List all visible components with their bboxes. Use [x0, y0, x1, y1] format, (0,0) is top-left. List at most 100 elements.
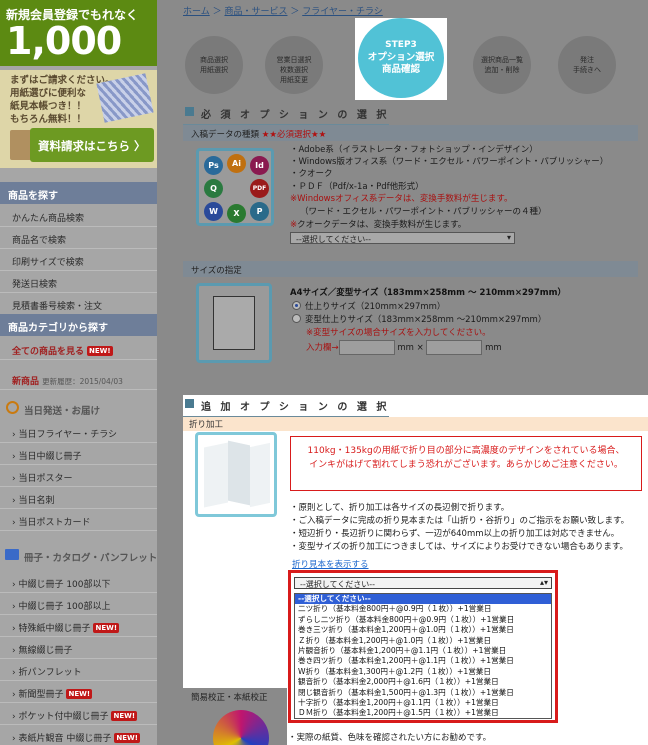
warning-line-2: インキがはげて割れてしまう恐れがございます。あらかじめご注意ください。: [309, 460, 623, 470]
required-options-title: 必 須 オ プ シ ョ ン の 選 択: [183, 106, 390, 126]
step-3-number: STEP3: [385, 40, 417, 50]
sidebar-item-sameday-flyer[interactable]: › 当日フライヤー・チラシ: [0, 421, 157, 443]
sidebar-item-booklet-6[interactable]: › 新聞型冊子 NEW!: [0, 681, 157, 703]
fold-option[interactable]: 巻き四ツ折り（基本料金1,200円＋@1.1円（１枚））+1営業日: [295, 656, 551, 666]
step-5: 発注 手続きへ: [558, 36, 616, 94]
fold-select-value: --選択してください--: [300, 580, 376, 589]
breadcrumb-products[interactable]: 商品・サービス: [224, 7, 287, 17]
data-type-bar: 入稿データの種類 ★★必須選択★★: [183, 125, 638, 141]
radio-standard[interactable]: [292, 301, 301, 310]
required-title-text: 必 須 オ プ シ ョ ン の 選 択: [201, 110, 390, 121]
sidebar-item-size-search[interactable]: 印刷サイズで検索: [0, 249, 157, 271]
fold-warning: 110kg・135kgの用紙で折り目の部分に高濃度のデザインをされている場合、 …: [290, 436, 642, 491]
fold-bar: 折り加工: [183, 417, 648, 431]
photoshop-icon: Ps: [204, 156, 223, 175]
custom-size-inputs: 入力欄→ mm × mm: [306, 340, 502, 355]
height-input[interactable]: [426, 340, 483, 355]
sidebar-item-easy-search[interactable]: かんたん商品検索: [0, 205, 157, 227]
size-title: A4サイズ／変型サイズ（183mm×258mm 〜 210mm×297mm）: [290, 288, 566, 298]
book-icon: [5, 549, 19, 560]
breadcrumb: ホーム ＞ 商品・サービス ＞ フライヤー・チラシ: [183, 7, 383, 17]
fold-option[interactable]: ＤＭ折り（基本料金1,200円＋@1.5円（１枚））+1営業日: [295, 708, 551, 718]
fold-option[interactable]: 閉じ観音折り（基本料金1,500円＋@1.3円（１枚））+1営業日: [295, 688, 551, 698]
sameday-heading: 当日発送・お届け: [0, 396, 157, 420]
sidebar-item-sameday-booklet[interactable]: › 当日中綴じ冊子: [0, 443, 157, 465]
size-option-standard-label: 仕上りサイズ（210mm×297mm）: [305, 302, 446, 312]
warning-line-1: 110kg・135kgの用紙で折り目の部分に高濃度のデザインをされている場合、: [307, 446, 625, 456]
sidebar-item-all-products[interactable]: 全ての商品を見る NEW!: [0, 338, 157, 360]
size-option-standard[interactable]: 仕上りサイズ（210mm×297mm）: [292, 300, 445, 312]
radio-custom[interactable]: [292, 314, 301, 323]
new-products-label: 新商品: [12, 377, 40, 387]
promo-amount: 1,000: [6, 19, 122, 63]
sidebar-item-sameday-postcard[interactable]: › 当日ポストカード: [0, 509, 157, 531]
request-materials-button[interactable]: 資料請求はこちら 〉: [30, 128, 154, 162]
fold-image-box: [195, 432, 277, 517]
size-option-custom-label: 変型仕上りサイズ（183mm×258mm 〜210mm×297mm）: [305, 315, 547, 325]
fold-info-4: ・変型サイズの折り加工につきましては、サイズによりお受けできない場合もあります。: [290, 542, 629, 552]
step-4: 選択商品一覧 追加・削除: [473, 36, 531, 94]
sidebar-item-label: 特殊紙中綴じ冊子: [18, 624, 91, 634]
sidebar: 新規会員登録でもれなく 1,000 まずはご請求ください。 用紙選びに便利な 紙…: [0, 0, 157, 745]
sidebar-item-booklet-8[interactable]: › 表紙片観音 中綴じ冊子 NEW!: [0, 725, 157, 745]
sameday-heading-label: 当日発送・お届け: [24, 406, 101, 417]
fold-option[interactable]: 片観音折り（基本料金1,200円＋@1.1円（１枚））+1営業日: [295, 646, 551, 656]
data-type-quark: ・クオーク: [290, 169, 333, 179]
unit-mm: mm: [485, 343, 502, 353]
width-input[interactable]: [338, 340, 395, 355]
fold-options-list: --選択してください-- 二ツ折り（基本料金800円＋@0.9円（１枚））+1営…: [294, 593, 552, 719]
fold-panel-icon: [204, 442, 228, 508]
fold-option[interactable]: ずらし二ツ折り（基本料金800円＋@0.9円（１枚））+1営業日: [295, 615, 551, 625]
sidebar-item-new-products[interactable]: 新商品 更新履歴：2015/04/03: [0, 368, 157, 390]
find-products-heading: 商品を探す: [0, 182, 157, 204]
signup-promo-banner[interactable]: 新規会員登録でもれなく 1,000: [0, 0, 157, 66]
all-products-label: 全ての商品を見る: [12, 347, 85, 357]
fold-option[interactable]: 巻き三ツ折り（基本料金1,200円＋@1.0円（１枚））+1営業日: [295, 625, 551, 635]
sidebar-item-booklet-3[interactable]: › 特殊紙中綴じ冊子 NEW!: [0, 615, 157, 637]
fold-select[interactable]: --選択してください-- ▴▾: [294, 577, 552, 589]
fold-option[interactable]: --選択してください--: [295, 594, 551, 605]
fold-option[interactable]: W折り（基本料金1,300円＋@1.2円（１枚））+1営業日: [295, 667, 551, 677]
sidebar-item-label: 当日ポストカード: [18, 518, 91, 528]
excel-icon: X: [227, 204, 246, 223]
sidebar-item-label: 折パンフレット: [18, 668, 82, 678]
sidebar-item-label: 無線綴じ冊子: [18, 646, 73, 656]
sidebar-item-label: ポケット付中綴じ冊子: [18, 712, 109, 722]
sidebar-item-booklet-1[interactable]: › 中綴じ冊子 100部以下: [0, 571, 157, 593]
step-2-label: 営業日選択 枚数選択 用紙変更: [276, 56, 312, 84]
size-bar: サイズの指定: [183, 261, 638, 277]
fold-option[interactable]: 十字折り（基本料金1,200円＋@1.1円（１枚））+1営業日: [295, 698, 551, 708]
office-fee-note: ※Windowsオフィス系データは、変換手数料が生じます。: [290, 194, 513, 204]
sidebar-item-label: 当日ポスター: [18, 474, 73, 484]
size-option-custom[interactable]: 変型仕上りサイズ（183mm×258mm 〜210mm×297mm）: [292, 313, 546, 325]
chevron-down-icon: ▾: [506, 233, 511, 242]
sidebar-item-sameday-card[interactable]: › 当日名刺: [0, 487, 157, 509]
new-badge: NEW!: [114, 733, 140, 743]
new-badge: NEW!: [111, 711, 138, 721]
sidebar-item-booklet-4[interactable]: › 無線綴じ冊子: [0, 637, 157, 659]
sidebar-item-ship-date-search[interactable]: 発送日検索: [0, 271, 157, 293]
quark-note-text: クオークデータは、変換手数料が生じます。: [297, 220, 467, 230]
sidebar-item-booklet-7[interactable]: › ポケット付中綴じ冊子 NEW!: [0, 703, 157, 725]
sidebar-item-name-search[interactable]: 商品名で検索: [0, 227, 157, 249]
breadcrumb-flyer[interactable]: フライヤー・チラシ: [302, 7, 383, 17]
powerpoint-icon: P: [250, 202, 269, 221]
fold-option[interactable]: 観音折り（基本料金2,000円＋@1.6円（１枚））+1営業日: [295, 677, 551, 687]
fold-option[interactable]: 二ツ折り（基本料金800円＋@0.9円（１枚））+1営業日: [295, 604, 551, 614]
sidebar-item-sameday-poster[interactable]: › 当日ポスター: [0, 465, 157, 487]
booklet-heading-label: 冊子・カタログ・パンフレット: [24, 553, 158, 564]
sidebar-item-booklet-2[interactable]: › 中綴じ冊子 100部以上: [0, 593, 157, 615]
step-4-label: 選択商品一覧 追加・削除: [481, 56, 523, 74]
indesign-icon: Id: [250, 156, 269, 175]
breadcrumb-home[interactable]: ホーム: [183, 7, 210, 17]
sidebar-item-estimate-search[interactable]: 見積書番号検索・注文: [0, 293, 157, 315]
fold-option[interactable]: Ｚ折り（基本料金1,200円＋@1.0円（１枚））+1営業日: [295, 636, 551, 646]
chevron-down-icon: ▴▾: [539, 578, 548, 587]
data-type-select[interactable]: --選択してください-- ▾: [290, 232, 515, 244]
step-3-label: オプション選択 商品確認: [367, 52, 435, 75]
sidebar-item-booklet-5[interactable]: › 折パンフレット: [0, 659, 157, 681]
input-label: 入力欄→: [306, 343, 339, 353]
office-fee-note-detail: （ワード・エクセル・パワーポイント・パブリッシャーの４種）: [300, 207, 547, 217]
fold-sample-link[interactable]: 折り見本を表示する: [292, 558, 369, 570]
fold-info-2: ・ご入稿データに完成の折り見本または「山折り・谷折り」のご指示をお願い致します。: [290, 516, 630, 526]
